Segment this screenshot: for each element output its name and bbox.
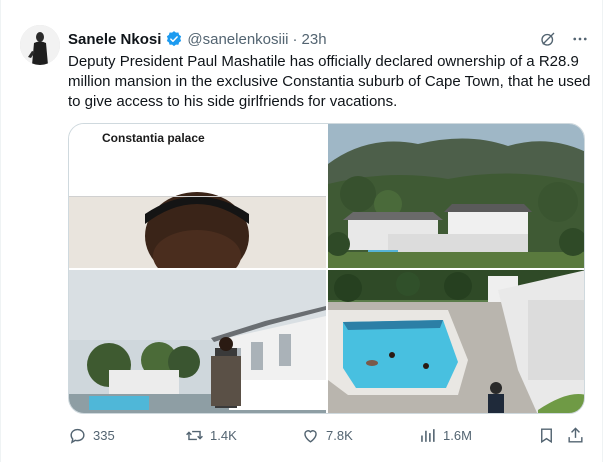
repost-icon	[186, 430, 203, 441]
grok-icon[interactable]	[539, 30, 557, 48]
timeline-right-border	[602, 0, 603, 462]
media-grid: Constantia palace	[68, 123, 585, 414]
reply-icon	[70, 428, 85, 444]
author-name[interactable]: Sanele Nkosi	[68, 31, 161, 48]
views-count: 1.6M	[443, 428, 472, 443]
tweet-header: Sanele Nkosi @sanelenkosiii · 23h	[68, 28, 327, 50]
media-image-4[interactable]	[328, 270, 584, 413]
like-count: 7.8K	[326, 428, 353, 443]
media-image-1[interactable]: Constantia palace	[69, 124, 326, 268]
tweet-top-actions	[539, 30, 589, 48]
repost-button[interactable]: 1.4K	[185, 426, 237, 445]
like-icon	[304, 430, 317, 443]
verified-badge-icon	[165, 30, 183, 48]
bookmark-button[interactable]	[537, 426, 556, 445]
like-button[interactable]: 7.8K	[301, 426, 353, 445]
tweet-text: Deputy President Paul Mashatile has offi…	[68, 53, 591, 110]
bookmark-icon	[541, 428, 552, 444]
reply-button[interactable]: 335	[68, 426, 115, 445]
media-image-3[interactable]	[69, 270, 326, 413]
share-button[interactable]	[566, 426, 585, 445]
media-image-2[interactable]	[328, 124, 584, 268]
avatar[interactable]	[20, 25, 60, 65]
separator-dot: ·	[292, 30, 298, 48]
timeline-left-border	[0, 0, 1, 462]
tweet-actions-bar: 335 1.4K 7.8K 1.6M	[68, 426, 588, 448]
repost-count: 1.4K	[210, 428, 237, 443]
share-icon	[568, 427, 583, 443]
author-handle[interactable]: @sanelenkosiii	[187, 31, 288, 48]
tweet-time[interactable]: 23h	[302, 31, 327, 48]
views-icon	[421, 429, 435, 442]
reply-count: 335	[93, 428, 115, 443]
views-button[interactable]: 1.6M	[418, 426, 472, 445]
more-icon[interactable]	[571, 30, 589, 48]
